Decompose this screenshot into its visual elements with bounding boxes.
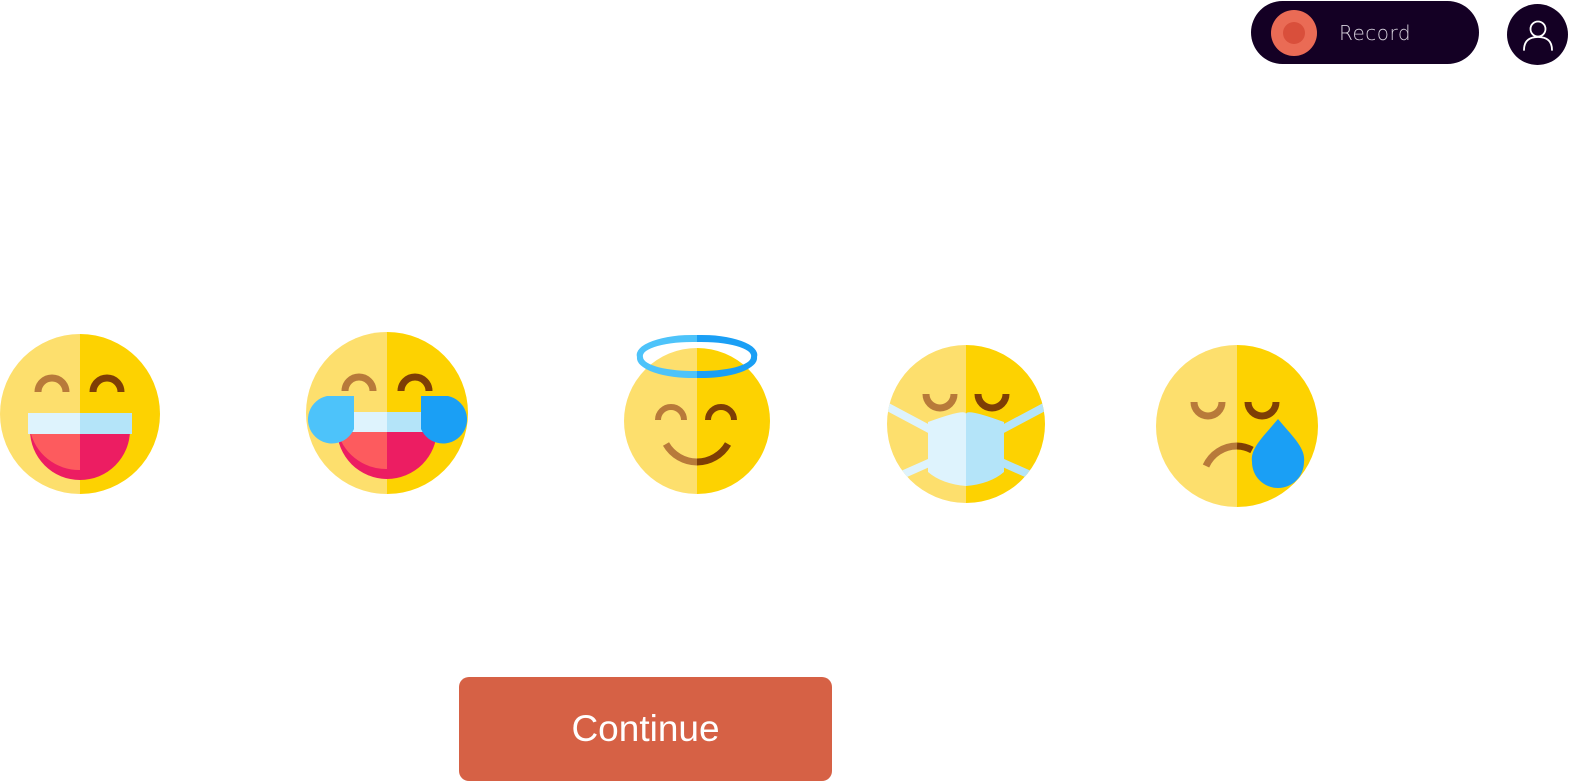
continue-button[interactable]: Continue — [459, 677, 832, 781]
tears-of-joy-face-icon[interactable] — [305, 331, 470, 495]
user-profile-button[interactable] — [1507, 4, 1568, 65]
grinning-face-icon[interactable] — [0, 334, 160, 494]
emotion-picker-screen: Record Continue — [0, 0, 1573, 784]
record-label: Record — [1339, 20, 1412, 45]
halo-smiling-face-icon[interactable] — [623, 330, 771, 496]
crying-face-icon[interactable] — [1156, 344, 1318, 507]
record-dot-icon — [1271, 9, 1317, 56]
user-icon — [1522, 20, 1553, 51]
record-button[interactable]: Record — [1251, 1, 1479, 64]
medical-mask-face-icon[interactable] — [886, 344, 1046, 503]
